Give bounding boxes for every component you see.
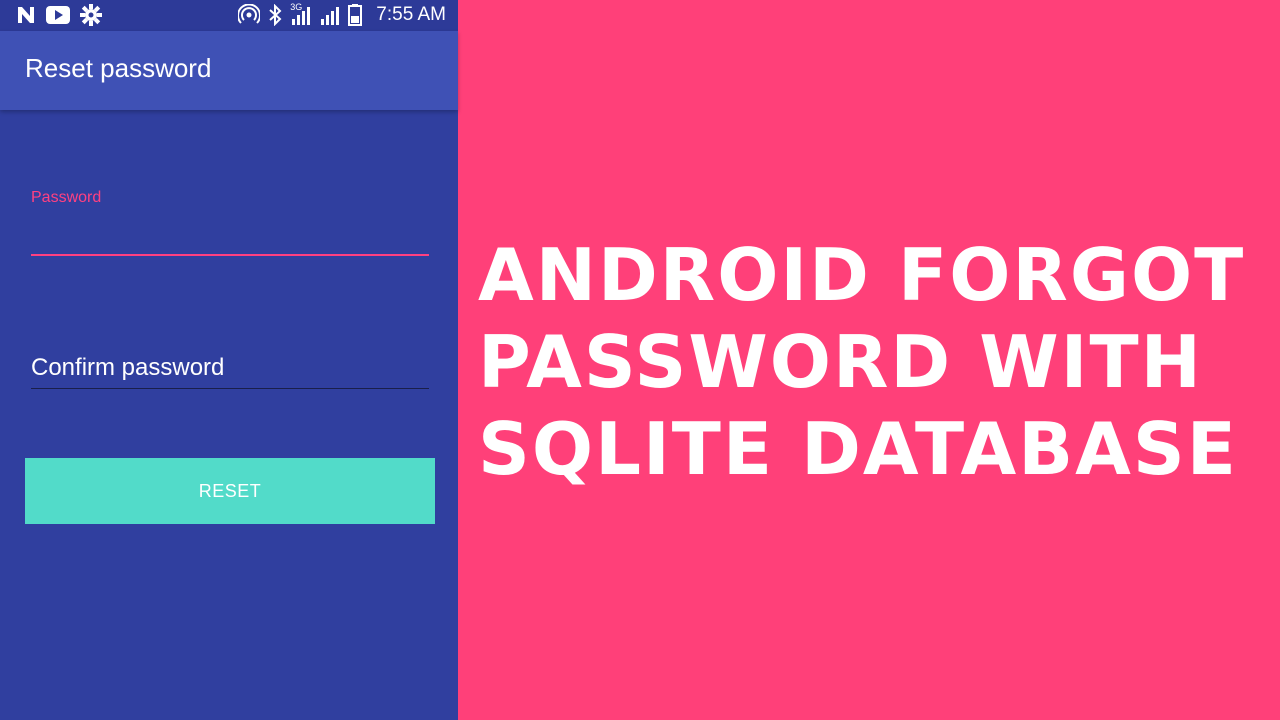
signal-icon [320,3,340,27]
password-label: Password [31,189,102,206]
n-icon [16,3,36,27]
password-underline [31,254,429,256]
bluetooth-icon [268,3,282,27]
confirm-password-underline [31,388,429,389]
app-bar: Reset password [0,31,458,110]
gear-icon [80,3,102,27]
headline-line: PASSWORD WITH [478,320,1203,404]
hotspot-icon [238,3,261,27]
youtube-icon [46,3,70,27]
status-time: 7:55 AM [376,4,446,25]
phone-screen: 3G 7:55 AM Reset password Password Confi… [0,0,458,720]
reset-button[interactable]: RESET [25,458,435,524]
password-input[interactable] [31,210,429,250]
headline: ANDROID FORGOT PASSWORD WITH SQLITE DATA… [478,232,1268,493]
network-type-label: 3G [290,2,303,12]
signal-icon: 3G [290,3,312,27]
battery-icon [348,3,363,27]
headline-line: ANDROID FORGOT [478,233,1246,317]
confirm-password-hint[interactable]: Confirm password [31,354,224,382]
status-bar: 3G 7:55 AM [0,0,458,31]
page-title: Reset password [25,53,212,83]
headline-line: SQLITE DATABASE [478,407,1238,491]
